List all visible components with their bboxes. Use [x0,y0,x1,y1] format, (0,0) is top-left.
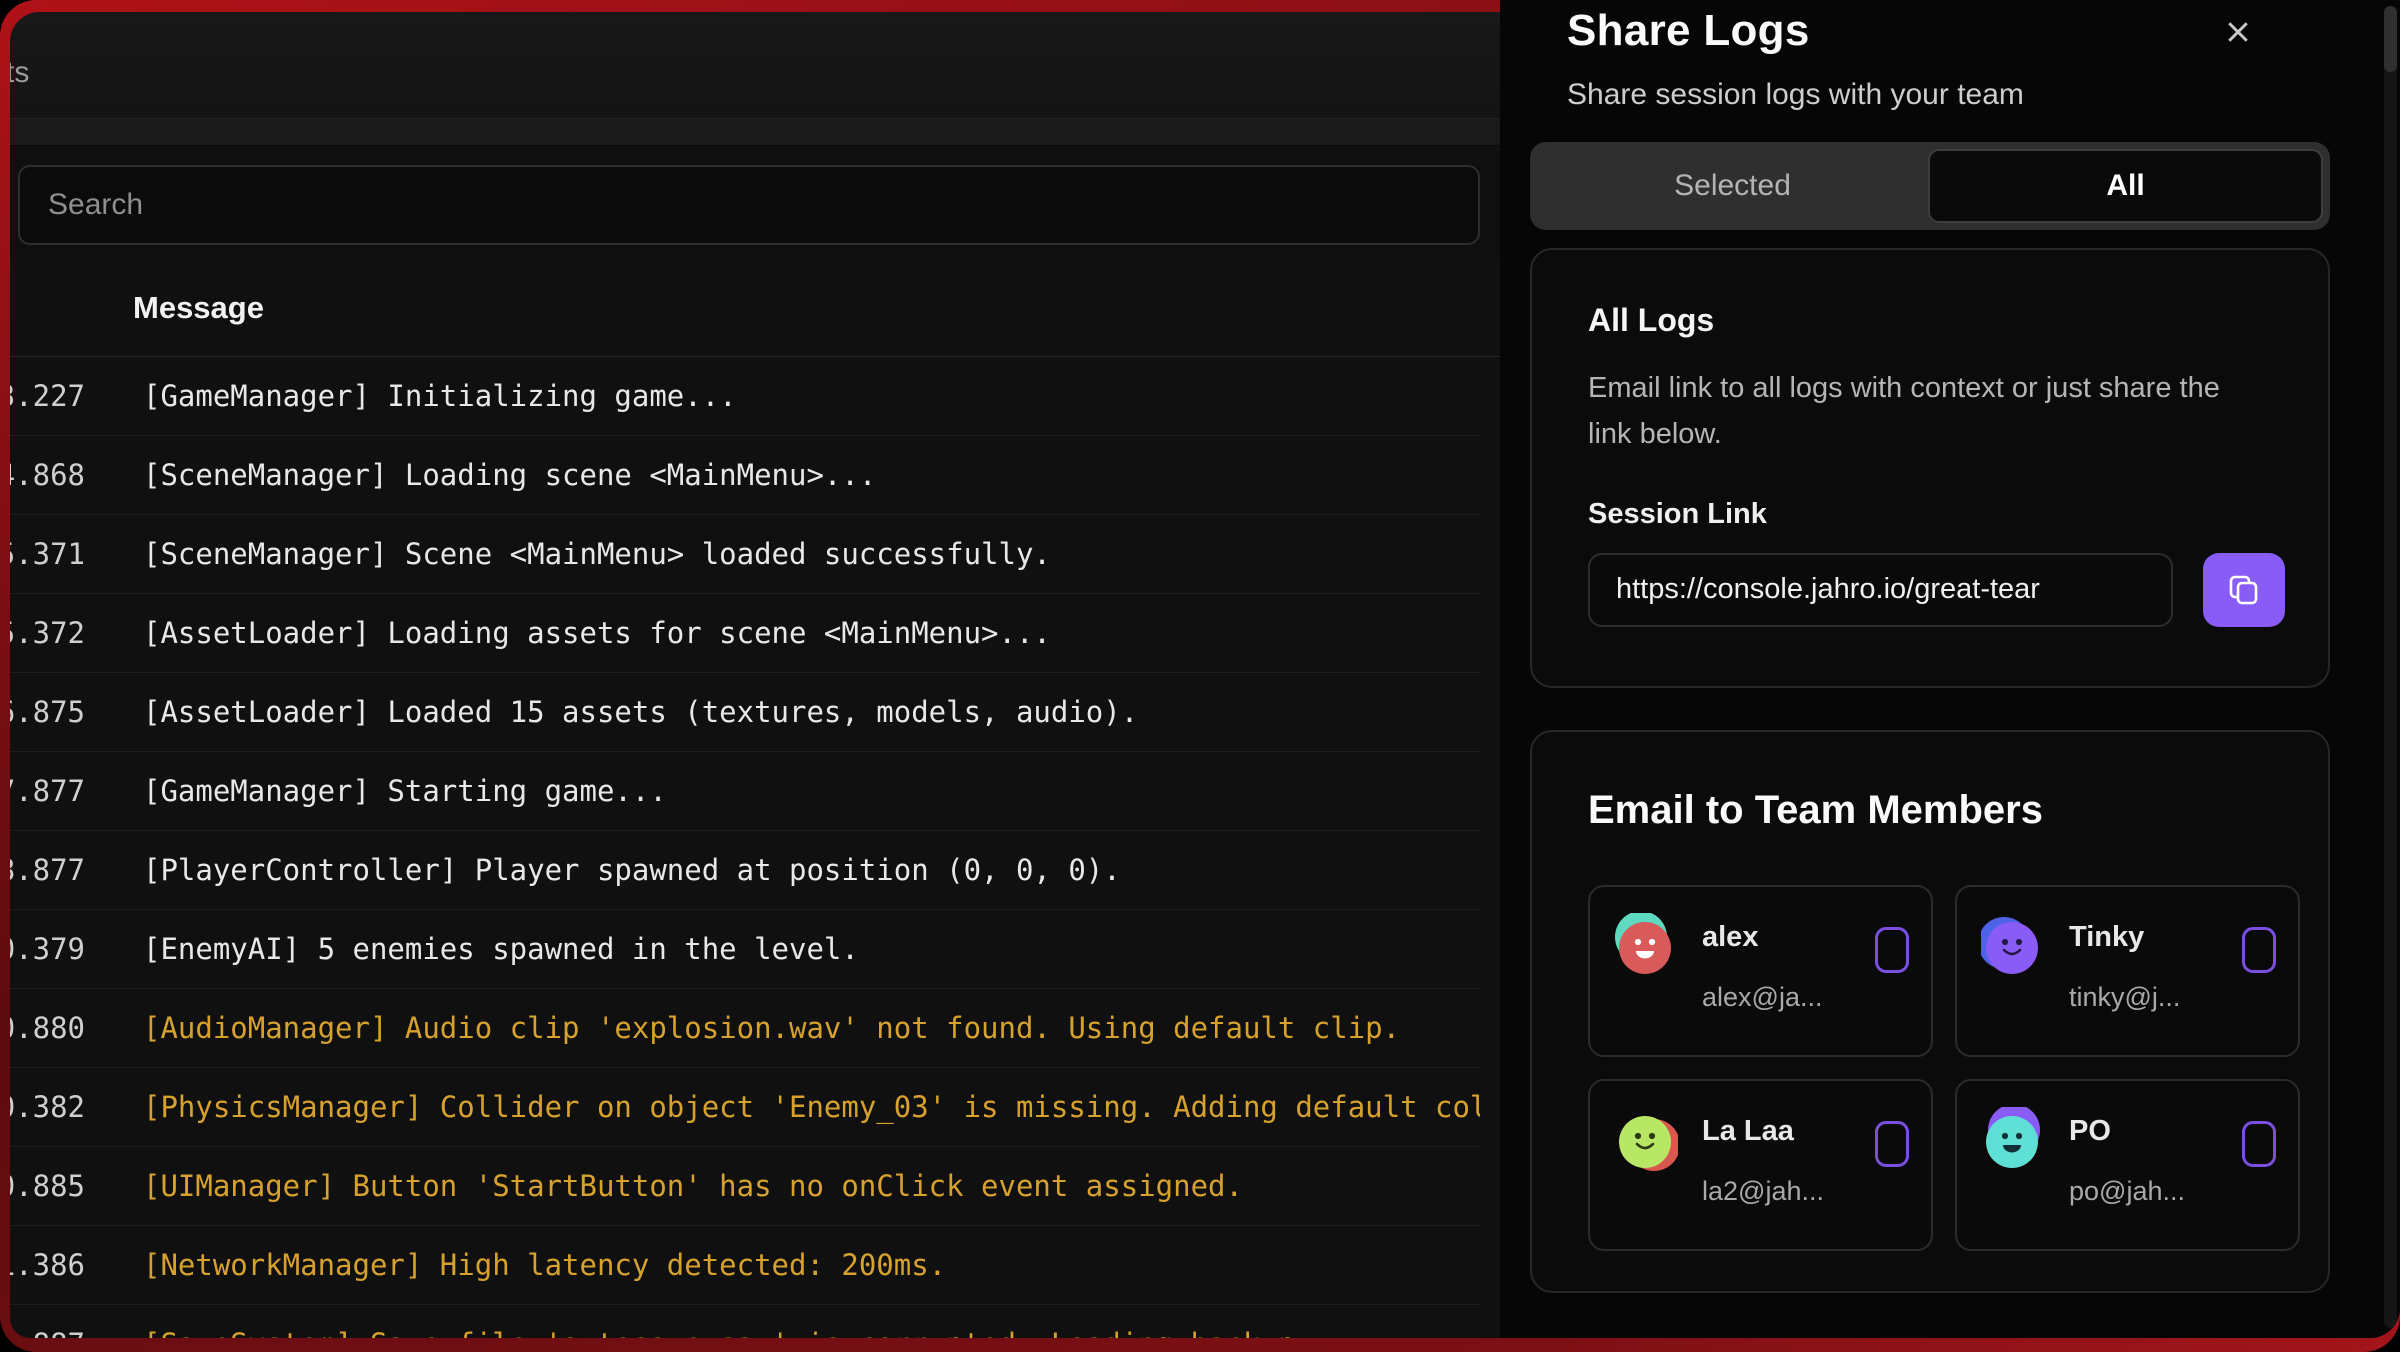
member-email: la2@jah... [1702,1176,1824,1207]
member-grid: alex alex@ja... Tinky tinky@j... La Laa … [1588,885,2300,1251]
all-logs-heading: All Logs [1588,302,2288,339]
tab-selected[interactable]: Selected [1537,149,1928,223]
log-row[interactable]: 0.379 [EnemyAI] 5 enemies spawned in the… [10,910,1480,989]
log-timestamp: 4.868 [10,458,85,492]
all-logs-description: Email link to all logs with context or j… [1588,365,2238,458]
email-team-heading: Email to Team Members [1588,788,2288,833]
log-timestamp: 6.875 [10,695,85,729]
log-message: [SceneManager] Scene <MainMenu> loaded s… [143,537,1051,571]
log-timestamp: 0.382 [10,1090,85,1124]
log-message: [PlayerController] Player spawned at pos… [143,853,1121,887]
drawer-subtitle: Share session logs with your team [1567,78,2330,112]
log-timestamp: 5.372 [10,616,85,650]
member-name: alex [1702,921,1822,954]
session-link-input[interactable] [1588,553,2173,627]
all-logs-card: All Logs Email link to all logs with con… [1530,248,2330,688]
member-checkbox[interactable] [2242,927,2276,973]
member-avatar [1981,913,2045,977]
member-name: Tinky [2069,921,2180,954]
scrollbar-thumb[interactable] [2384,6,2397,72]
scope-toggle: Selected All [1530,142,2330,230]
log-message: [SceneManager] Loading scene <MainMenu>.… [143,458,876,492]
log-message: [NetworkManager] High latency detected: … [143,1248,946,1282]
log-row[interactable]: 5.372 [AssetLoader] Loading assets for s… [10,594,1480,673]
log-row[interactable]: 8.877 [PlayerController] Player spawned … [10,831,1480,910]
screen: ts Message 3.227 [GameManager] Initializ… [0,0,2400,1352]
member-email: alex@ja... [1702,982,1822,1013]
log-message: [AssetLoader] Loading assets for scene <… [143,616,1051,650]
log-message: [SaveSystem] Save file 'autosave.sav' is… [143,1327,1313,1338]
log-timestamp: 1.887 [10,1327,85,1338]
close-icon [2223,17,2253,47]
close-button[interactable] [2216,10,2260,54]
drawer-scrollbar [2384,6,2397,1328]
log-row[interactable]: 0.880 [AudioManager] Audio clip 'explosi… [10,989,1480,1068]
log-timestamp: 1.386 [10,1248,85,1282]
copy-icon [2224,570,2264,610]
member-checkbox[interactable] [1875,1121,1909,1167]
member-avatar [1981,1107,2045,1171]
member-avatar [1614,913,1678,977]
log-timestamp: 3.227 [10,379,85,413]
member-card[interactable]: Tinky tinky@j... [1955,885,2300,1057]
log-row[interactable]: 4.868 [SceneManager] Loading scene <Main… [10,436,1480,515]
member-checkbox[interactable] [2242,1121,2276,1167]
log-message: [GameManager] Starting game... [143,774,667,808]
session-link-row [1588,553,2288,627]
message-column-header: Message [133,290,264,326]
log-message: [AudioManager] Audio clip 'explosion.wav… [143,1011,1400,1045]
member-name: PO [2069,1115,2185,1148]
email-team-card: Email to Team Members alex alex@ja... Ti… [1530,730,2330,1293]
log-message: [UIManager] Button 'StartButton' has no … [143,1169,1243,1203]
share-logs-drawer: Share Logs Share session logs with your … [1500,0,2400,1338]
log-row[interactable]: 0.885 [UIManager] Button 'StartButton' h… [10,1147,1480,1226]
log-timestamp: 7.877 [10,774,85,808]
log-message: [GameManager] Initializing game... [143,379,737,413]
member-avatar [1614,1107,1678,1171]
log-row[interactable]: 0.382 [PhysicsManager] Collider on objec… [10,1068,1480,1147]
log-message: [EnemyAI] 5 enemies spawned in the level… [143,932,859,966]
copy-link-button[interactable] [2203,553,2285,627]
clipped-header-label: ts [10,56,29,90]
log-timestamp: 0.885 [10,1169,85,1203]
member-name: La Laa [1702,1115,1824,1148]
log-message: [AssetLoader] Loaded 15 assets (textures… [143,695,1138,729]
member-email: po@jah... [2069,1176,2185,1207]
log-row[interactable]: 1.386 [NetworkManager] High latency dete… [10,1226,1480,1305]
member-checkbox[interactable] [1875,927,1909,973]
log-timestamp: 8.877 [10,853,85,887]
member-card[interactable]: La Laa la2@jah... [1588,1079,1933,1251]
tab-all[interactable]: All [1928,149,2323,223]
search-input[interactable] [18,165,1480,245]
log-timestamp: 0.379 [10,932,85,966]
log-row[interactable]: 6.875 [AssetLoader] Loaded 15 assets (te… [10,673,1480,752]
log-row[interactable]: 7.877 [GameManager] Starting game... [10,752,1480,831]
member-card[interactable]: PO po@jah... [1955,1079,2300,1251]
log-row[interactable]: 5.371 [SceneManager] Scene <MainMenu> lo… [10,515,1480,594]
log-list: 3.227 [GameManager] Initializing game...… [10,357,1480,1338]
member-email: tinky@j... [2069,982,2180,1013]
log-message: [PhysicsManager] Collider on object 'Ene… [143,1090,1480,1124]
log-row[interactable]: 3.227 [GameManager] Initializing game... [10,357,1480,436]
log-timestamp: 0.880 [10,1011,85,1045]
log-row[interactable]: 1.887 [SaveSystem] Save file 'autosave.s… [10,1305,1480,1338]
log-timestamp: 5.371 [10,537,85,571]
member-card[interactable]: alex alex@ja... [1588,885,1933,1057]
session-link-label: Session Link [1588,498,2288,531]
